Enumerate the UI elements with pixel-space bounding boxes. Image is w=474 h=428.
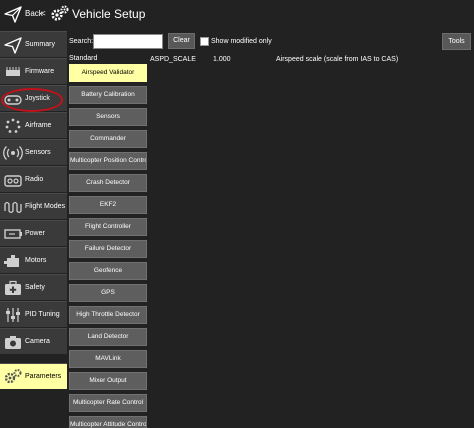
group-button-commander[interactable]: Commander — [69, 130, 147, 148]
group-button-mixer-output[interactable]: Mixer Output — [69, 372, 147, 390]
group-button-mavlink[interactable]: MAVLink — [69, 350, 147, 368]
sidebar-item-motors[interactable]: Motors — [0, 247, 67, 273]
sidebar-item-label: Sensors — [25, 149, 51, 156]
sidebar-item-label: PID Tuning — [25, 311, 60, 318]
sidebar-item-radio[interactable]: Radio — [0, 166, 67, 192]
tools-button[interactable]: Tools — [442, 33, 471, 50]
search-label: Search: — [69, 38, 94, 45]
sidebar-item-label: Safety — [25, 284, 45, 291]
sidebar-item-label: Camera — [25, 338, 50, 345]
gears-icon — [51, 5, 69, 21]
camera-icon — [5, 336, 21, 349]
show-modified-label: Show modified only — [211, 38, 272, 45]
group-button-sensors[interactable]: Sensors — [69, 108, 147, 126]
airframe-dots-icon — [5, 118, 21, 133]
sidebar-item-label: Summary — [25, 41, 55, 48]
breadcrumb-separator: < — [41, 9, 46, 18]
sidebar-item-safety[interactable]: Safety — [0, 274, 67, 300]
first-aid-icon — [5, 280, 21, 295]
group-button-multicopter-attitude-control[interactable]: Multicopter Attitude Control — [69, 416, 147, 428]
sidebar-item-summary[interactable]: Summary — [0, 31, 67, 57]
param-value[interactable]: 1.000 — [213, 56, 231, 63]
sidebar-item-firmware[interactable]: Firmware — [0, 58, 67, 84]
show-modified-checkbox[interactable] — [200, 37, 209, 46]
sidebar-item-power[interactable]: Power — [0, 220, 67, 246]
sidebar-item-label: Motors — [25, 257, 47, 264]
plane-icon — [4, 37, 22, 54]
group-button-multicopter-position-control[interactable]: Multicopter Position Control — [69, 152, 147, 170]
group-button-geofence[interactable]: Geofence — [69, 262, 147, 280]
motor-icon — [4, 255, 19, 267]
page-title: Vehicle Setup — [72, 7, 146, 21]
sidebar-item-label: Radio — [25, 176, 44, 183]
sidebar-item-pid-tuning[interactable]: PID Tuning — [0, 301, 67, 327]
battery-icon — [4, 229, 22, 239]
radar-icon — [3, 146, 23, 160]
group-button-land-detector[interactable]: Land Detector — [69, 328, 147, 346]
gears-icon — [4, 369, 22, 384]
sliders-icon — [6, 308, 20, 322]
group-button-multicopter-rate-control[interactable]: Multicopter Rate Control — [69, 394, 147, 412]
group-button-failure-detector[interactable]: Failure Detector — [69, 240, 147, 258]
wave-icon — [4, 201, 22, 214]
joystick-highlight-ring — [1, 88, 63, 112]
sidebar-item-label: Parameters — [25, 373, 62, 380]
group-button-battery-calibration[interactable]: Battery Calibration — [69, 86, 147, 104]
param-description: Airspeed scale (scale from IAS to CAS) — [276, 56, 399, 63]
search-input[interactable] — [93, 34, 163, 49]
sidebar-item-label: Airframe — [25, 122, 52, 129]
sidebar-item-parameters[interactable]: Parameters — [0, 363, 67, 389]
group-button-airspeed-validator[interactable]: Airspeed Validator — [69, 64, 147, 82]
sidebar-item-flight-modes[interactable]: Flight Modes — [0, 193, 67, 219]
group-button-ekf2[interactable]: EKF2 — [69, 196, 147, 214]
sidebar-item-airframe[interactable]: Airframe — [0, 112, 67, 138]
sidebar-item-label: Flight Modes — [25, 203, 66, 210]
group-header-standard: Standard — [69, 55, 98, 62]
radio-icon — [4, 175, 22, 187]
firmware-chip-icon — [6, 67, 20, 76]
group-button-high-throttle-detector[interactable]: High Throttle Detector — [69, 306, 147, 324]
sidebar-item-camera[interactable]: Camera — [0, 328, 67, 354]
top-bar: Back < Vehicle Setup — [0, 0, 474, 30]
sidebar-item-label: Power — [25, 230, 45, 237]
paper-plane-icon[interactable] — [3, 4, 23, 24]
group-button-crash-detector[interactable]: Crash Detector — [69, 174, 147, 192]
group-button-gps[interactable]: GPS — [69, 284, 147, 302]
param-name[interactable]: ASPD_SCALE — [150, 56, 196, 63]
sidebar-item-sensors[interactable]: Sensors — [0, 139, 67, 165]
clear-button[interactable]: Clear — [168, 33, 195, 49]
group-button-flight-controller[interactable]: Flight Controller — [69, 218, 147, 236]
sidebar-item-label: Firmware — [25, 68, 55, 75]
